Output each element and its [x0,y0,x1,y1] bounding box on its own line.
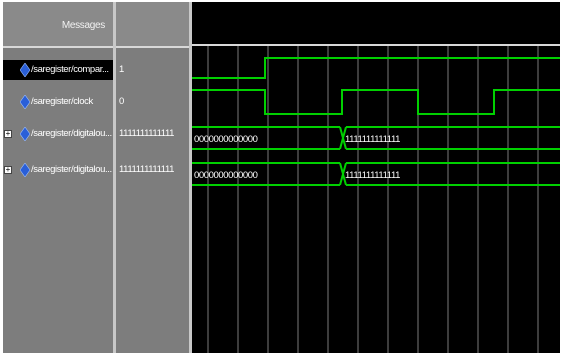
messages-label: Messages [61,20,105,31]
values-header [116,2,189,48]
wave-comparator [192,57,560,79]
signal-name: /saregister/digitalou... [31,128,112,139]
waveform-canvas: 0000000000000 1111111111111 000000000000… [192,44,560,353]
signal-value: 1111111111111 [119,164,175,175]
wave-window: Messages /saregister/compar... /saregist… [3,2,560,353]
signal-row-digitalout-2[interactable]: + /saregister/digitalou... [3,160,113,180]
signal-row-clock[interactable]: /saregister/clock [3,92,113,112]
waveform-pane[interactable]: 0000000000000 1111111111111 000000000000… [192,2,560,353]
signal-value: 0 [119,96,124,107]
bus1-label-0: 0000000000000 [194,134,258,145]
signal-name: /saregister/digitalou... [31,164,112,175]
diamond-icon [20,95,30,109]
signal-value: 1111111111111 [119,128,175,139]
diamond-icon [20,127,30,141]
bus2-label-1: 1111111111111 [345,170,400,181]
messages-header: Messages [3,2,113,48]
signal-name: /saregister/clock [31,96,93,107]
plus-icon[interactable]: + [4,166,12,174]
signal-row-comparator[interactable]: /saregister/compar... [3,60,113,80]
bus2-label-0: 0000000000000 [194,170,258,181]
plus-icon[interactable]: + [4,130,12,138]
bus1-label-1: 1111111111111 [345,134,400,145]
diamond-icon [20,163,30,177]
signal-name-pane: Messages /saregister/compar... /saregist… [3,2,113,353]
signal-value: 1 [119,64,124,75]
signal-name: /saregister/compar... [31,64,109,75]
diamond-icon [20,63,30,77]
signal-row-digitalout-1[interactable]: + /saregister/digitalou... [3,124,113,144]
signal-value-pane [116,2,189,353]
wave-clock [192,89,560,115]
